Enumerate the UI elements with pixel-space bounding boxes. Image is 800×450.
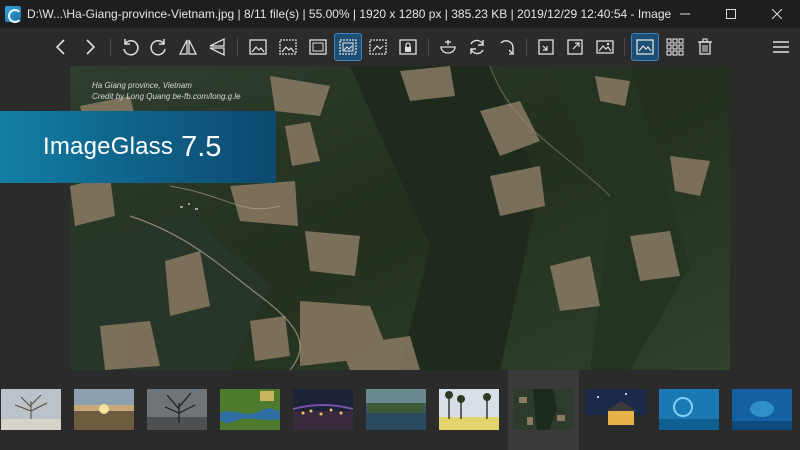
rotate-left-button[interactable] — [117, 34, 143, 60]
banner-version: 7.5 — [181, 130, 222, 163]
maximize-button[interactable] — [708, 0, 754, 28]
next-image-button[interactable] — [77, 34, 103, 60]
go-to-button[interactable] — [494, 34, 520, 60]
imageglass-app-icon[interactable] — [5, 6, 22, 23]
grid-icon — [666, 38, 684, 56]
delete-button[interactable] — [692, 34, 718, 60]
flip-vertical-icon — [209, 37, 225, 57]
slideshow-button[interactable] — [592, 34, 618, 60]
lock-icon — [399, 39, 417, 55]
thumb-ocean-blue-1[interactable] — [659, 389, 719, 430]
thumbnail-bar — [0, 370, 800, 450]
fullscreen-button[interactable] — [562, 34, 588, 60]
thumb-ocean-blue-2[interactable] — [732, 389, 792, 430]
chevron-right-icon — [86, 39, 96, 55]
scale-width-icon — [309, 39, 327, 55]
thumb-ha-giang[interactable] — [513, 389, 573, 430]
thumbnail-bar-icon — [636, 39, 654, 55]
lock-zoom-icon — [279, 39, 297, 55]
thumb-city-night[interactable] — [293, 389, 353, 430]
auto-zoom-icon — [249, 39, 267, 55]
gallery-grid-button[interactable] — [662, 34, 688, 60]
minimize-button[interactable] — [662, 0, 708, 28]
rotate-right-button[interactable] — [146, 34, 172, 60]
flip-horizontal-icon — [178, 39, 198, 55]
chevron-left-icon — [55, 39, 65, 55]
close-button[interactable] — [754, 0, 800, 28]
maximize-icon — [726, 9, 736, 19]
trash-icon — [698, 38, 712, 55]
main-menu-button[interactable] — [768, 34, 794, 60]
window-controls — [662, 0, 800, 28]
banner-product-name: ImageGlass — [43, 133, 174, 160]
thumb-bare-tree[interactable] — [147, 389, 207, 430]
lock-zoom-button[interactable] — [275, 34, 301, 60]
scale-to-fit-button[interactable] — [334, 33, 362, 61]
thumb-lake-sunset[interactable] — [74, 389, 134, 430]
toolbar — [0, 28, 800, 66]
caption-line-2: Credit by Long Quang be-fb.com/long.g.le — [92, 92, 241, 101]
title-bar: D:\W...\Ha-Giang-province-Vietnam.jpg | … — [0, 0, 800, 28]
thumb-night-house[interactable] — [586, 389, 646, 430]
scale-to-width-button[interactable] — [305, 34, 331, 60]
window-fit-button[interactable] — [533, 34, 559, 60]
product-banner: ImageGlass 7.5 — [0, 111, 276, 183]
scale-fill-icon — [369, 39, 387, 55]
thumb-river-aerial[interactable] — [220, 389, 280, 430]
hamburger-menu-icon — [773, 41, 789, 53]
thumbnail-bar-button[interactable] — [631, 33, 659, 61]
thumb-forest-lake[interactable] — [366, 389, 426, 430]
previous-image-button[interactable] — [48, 34, 74, 60]
minimize-icon — [680, 13, 690, 15]
caption-line-1: Ha Giang province, Vietnam — [92, 81, 192, 90]
open-with-button[interactable] — [435, 34, 461, 60]
bowl-icon — [440, 40, 456, 54]
rotate-right-icon — [150, 39, 166, 56]
scale-to-fill-button[interactable] — [365, 34, 391, 60]
fullscreen-icon — [567, 39, 583, 55]
photo-caption: Ha Giang province, Vietnam Credit by Lon… — [92, 80, 241, 102]
close-icon — [772, 9, 782, 19]
zoom-lock-button[interactable] — [395, 34, 421, 60]
flip-horizontal-button[interactable] — [175, 34, 201, 60]
thumb-palm-shore[interactable] — [439, 389, 499, 430]
refresh-button[interactable] — [464, 34, 490, 60]
slideshow-icon — [596, 40, 614, 54]
refresh-icon — [470, 39, 484, 55]
rotate-left-icon — [123, 39, 139, 56]
flip-vertical-button[interactable] — [204, 34, 230, 60]
window-title: D:\W...\Ha-Giang-province-Vietnam.jpg | … — [27, 7, 672, 21]
goto-icon — [500, 40, 515, 55]
scale-fit-icon — [339, 39, 357, 55]
auto-zoom-button[interactable] — [245, 34, 271, 60]
window-fit-icon — [538, 39, 554, 55]
image-viewer[interactable]: Ha Giang province, Vietnam Credit by Lon… — [0, 66, 800, 370]
thumb-tree-winter[interactable] — [1, 389, 61, 430]
